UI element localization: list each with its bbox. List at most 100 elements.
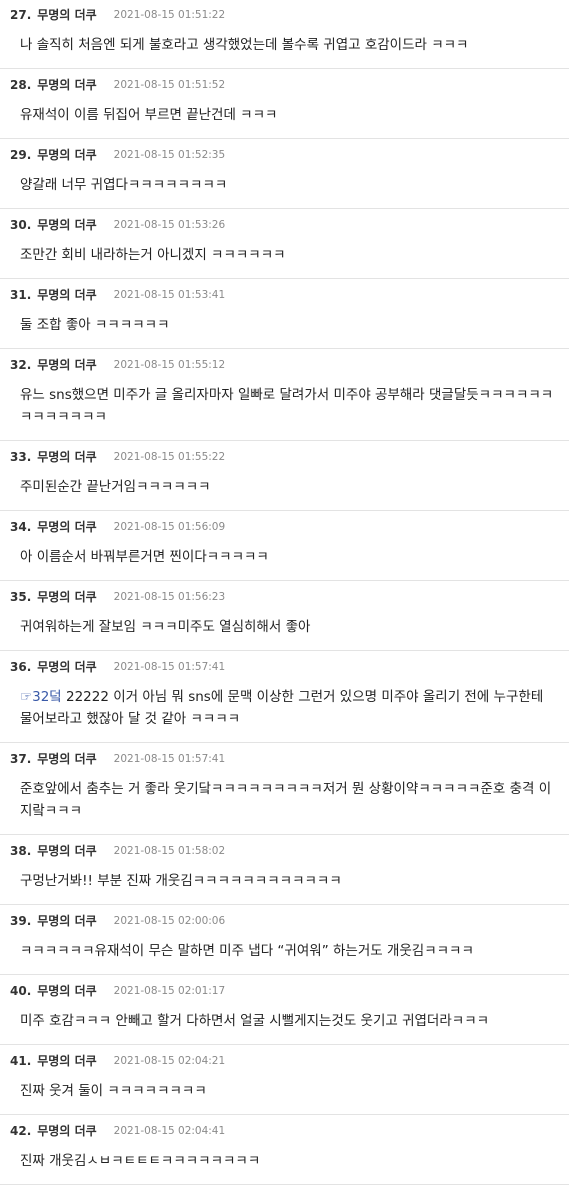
comment-item: 35. 무명의 더쿠 2021-08-15 01:56:23 귀여워하는게 잘보임 ㅋ… [0, 581, 569, 651]
comment-number[interactable]: 35. [10, 589, 31, 605]
comment-body: ㅋㅋㅋㅋㅋㅋ유재석이 무슨 말하면 미주 냅다 “귀여워” 하는거도 개웃김ㅋㅋ… [10, 940, 559, 962]
comment-author[interactable]: 무명의 더쿠 [37, 913, 96, 929]
comment-date: 2021-08-15 01:57:41 [113, 753, 226, 765]
comment-author[interactable]: 무명의 더쿠 [37, 983, 96, 999]
comment-date: 2021-08-15 02:01:17 [113, 985, 226, 997]
comment-author[interactable]: 무명의 더쿠 [37, 659, 96, 675]
comment-body: 둘 조합 좋아 ㅋㅋㅋㅋㅋㅋ [10, 314, 559, 336]
comment-date: 2021-08-15 01:51:52 [113, 79, 226, 91]
comment-text: 양갈래 너무 귀엽다ㅋㅋㅋㅋㅋㅋㅋㅋ [20, 177, 228, 193]
comment-item: 28. 무명의 더쿠 2021-08-15 01:51:52 유재석이 이름 뒤집어 … [0, 69, 569, 139]
comment-item: 34. 무명의 더쿠 2021-08-15 01:56:09 아 이름순서 바꿔부른거… [0, 511, 569, 581]
comment-author[interactable]: 무명의 더쿠 [37, 589, 96, 605]
comment-item: 36. 무명의 더쿠 2021-08-15 01:57:41 ☞32덬 22222 이… [0, 651, 569, 743]
comment-date: 2021-08-15 02:00:06 [113, 915, 226, 927]
comment-date: 2021-08-15 01:52:35 [113, 149, 226, 161]
comment-number[interactable]: 33. [10, 449, 31, 465]
comment-date: 2021-08-15 02:04:21 [113, 1055, 226, 1067]
comment-number[interactable]: 40. [10, 983, 31, 999]
comment-body: 조만간 회비 내라하는거 아니겠지 ㅋㅋㅋㅋㅋㅋ [10, 244, 559, 266]
comment-date: 2021-08-15 01:53:41 [113, 289, 226, 301]
comment-number[interactable]: 39. [10, 913, 31, 929]
comment-body: 준호앞에서 춤추는 거 좋라 웃기닼ㅋㅋㅋㅋㅋㅋㅋㅋㅋ저거 뭔 상황이약ㅋㅋㅋㅋ… [10, 778, 559, 822]
comment-author[interactable]: 무명의 더쿠 [37, 1053, 96, 1069]
comment-date: 2021-08-15 01:56:09 [113, 521, 226, 533]
comment-body: 진짜 웃겨 둘이 ㅋㅋㅋㅋㅋㅋㅋㅋ [10, 1080, 559, 1102]
comment-meta: 40. 무명의 더쿠 2021-08-15 02:01:17 [10, 983, 559, 999]
comment-number[interactable]: 30. [10, 217, 31, 233]
comment-number[interactable]: 34. [10, 519, 31, 535]
comment-body: 구멍난거봐!! 부분 진짜 개웃김ㅋㅋㅋㅋㅋㅋㅋㅋㅋㅋㅋㅋ [10, 870, 559, 892]
comment-date: 2021-08-15 01:57:41 [113, 661, 226, 673]
comment-number[interactable]: 29. [10, 147, 31, 163]
comment-body: 나 솔직히 처음엔 되게 불호라고 생각했었는데 볼수록 귀엽고 호감이드라 ㅋ… [10, 34, 559, 56]
comment-date: 2021-08-15 02:04:41 [113, 1125, 226, 1137]
comment-body: 주미된순간 끝난거임ㅋㅋㅋㅋㅋㅋ [10, 476, 559, 498]
comment-body: 미주 호감ㅋㅋㅋ 안빼고 할거 다하면서 얼굴 시뻘게지는것도 웃기고 귀엽더라… [10, 1010, 559, 1032]
comment-list: 27. 무명의 더쿠 2021-08-15 01:51:22 나 솔직히 처음엔 되게… [0, 0, 569, 1185]
comment-text: 진짜 개웃김ㅅㅂㅋㅌㅌㅌㅋㅋㅋㅋㅋㅋㅋㅋ [20, 1153, 261, 1169]
comment-date: 2021-08-15 01:58:02 [113, 845, 226, 857]
comment-author[interactable]: 무명의 더쿠 [37, 357, 96, 373]
comment-meta: 38. 무명의 더쿠 2021-08-15 01:58:02 [10, 843, 559, 859]
comment-body: ☞32덬 22222 이거 아님 뭐 sns에 문맥 이상한 그런거 있으명 미… [10, 686, 559, 730]
comment-meta: 41. 무명의 더쿠 2021-08-15 02:04:21 [10, 1053, 559, 1069]
comment-item: 38. 무명의 더쿠 2021-08-15 01:58:02 구멍난거봐!! 부분 진… [0, 835, 569, 905]
comment-text: 아 이름순서 바꿔부른거면 찐이다ㅋㅋㅋㅋㅋ [20, 549, 269, 565]
comment-text: 22222 이거 아님 뭐 sns에 문맥 이상한 그런거 있으명 미주야 올리… [20, 689, 544, 727]
comment-text: 준호앞에서 춤추는 거 좋라 웃기닼ㅋㅋㅋㅋㅋㅋㅋㅋㅋ저거 뭔 상황이약ㅋㅋㅋㅋ… [20, 781, 552, 819]
comment-meta: 36. 무명의 더쿠 2021-08-15 01:57:41 [10, 659, 559, 675]
comment-meta: 30. 무명의 더쿠 2021-08-15 01:53:26 [10, 217, 559, 233]
comment-number[interactable]: 36. [10, 659, 31, 675]
comment-author[interactable]: 무명의 더쿠 [37, 147, 96, 163]
comment-author[interactable]: 무명의 더쿠 [37, 519, 96, 535]
comment-meta: 42. 무명의 더쿠 2021-08-15 02:04:41 [10, 1123, 559, 1139]
comment-item: 32. 무명의 더쿠 2021-08-15 01:55:12 유느 sns했으면 미주… [0, 349, 569, 441]
comment-meta: 32. 무명의 더쿠 2021-08-15 01:55:12 [10, 357, 559, 373]
comment-author[interactable]: 무명의 더쿠 [37, 217, 96, 233]
comment-item: 33. 무명의 더쿠 2021-08-15 01:55:22 주미된순간 끝난거임ㅋㅋ… [0, 441, 569, 511]
comment-text: 조만간 회비 내라하는거 아니겠지 ㅋㅋㅋㅋㅋㅋ [20, 247, 286, 263]
comment-meta: 34. 무명의 더쿠 2021-08-15 01:56:09 [10, 519, 559, 535]
comment-date: 2021-08-15 01:51:22 [113, 9, 226, 21]
comment-reply-link[interactable]: ☞32덬 [20, 689, 62, 705]
comment-text: 구멍난거봐!! 부분 진짜 개웃김ㅋㅋㅋㅋㅋㅋㅋㅋㅋㅋㅋㅋ [20, 873, 342, 889]
comment-meta: 27. 무명의 더쿠 2021-08-15 01:51:22 [10, 7, 559, 23]
comment-text: 진짜 웃겨 둘이 ㅋㅋㅋㅋㅋㅋㅋㅋ [20, 1083, 207, 1099]
comment-author[interactable]: 무명의 더쿠 [37, 7, 96, 23]
comment-number[interactable]: 32. [10, 357, 31, 373]
comment-meta: 28. 무명의 더쿠 2021-08-15 01:51:52 [10, 77, 559, 93]
comment-meta: 33. 무명의 더쿠 2021-08-15 01:55:22 [10, 449, 559, 465]
comment-item: 27. 무명의 더쿠 2021-08-15 01:51:22 나 솔직히 처음엔 되게… [0, 0, 569, 69]
comment-date: 2021-08-15 01:53:26 [113, 219, 226, 231]
comment-body: 양갈래 너무 귀엽다ㅋㅋㅋㅋㅋㅋㅋㅋ [10, 174, 559, 196]
comment-text: 유느 sns했으면 미주가 글 올리자마자 일빠로 달려가서 미주야 공부해라 … [20, 387, 554, 425]
comment-number[interactable]: 38. [10, 843, 31, 859]
comment-body: 귀여워하는게 잘보임 ㅋㅋㅋ미주도 열심히해서 좋아 [10, 616, 559, 638]
comment-author[interactable]: 무명의 더쿠 [37, 751, 96, 767]
comment-item: 42. 무명의 더쿠 2021-08-15 02:04:41 진짜 개웃김ㅅㅂㅋㅌㅌㅌ… [0, 1115, 569, 1185]
comment-number[interactable]: 42. [10, 1123, 31, 1139]
comment-number[interactable]: 41. [10, 1053, 31, 1069]
comment-date: 2021-08-15 01:55:12 [113, 359, 226, 371]
comment-meta: 37. 무명의 더쿠 2021-08-15 01:57:41 [10, 751, 559, 767]
comment-author[interactable]: 무명의 더쿠 [37, 77, 96, 93]
comment-body: 진짜 개웃김ㅅㅂㅋㅌㅌㅌㅋㅋㅋㅋㅋㅋㅋㅋ [10, 1150, 559, 1172]
comment-number[interactable]: 31. [10, 287, 31, 303]
comment-item: 39. 무명의 더쿠 2021-08-15 02:00:06 ㅋㅋㅋㅋㅋㅋ유재석이 무… [0, 905, 569, 975]
comment-item: 37. 무명의 더쿠 2021-08-15 01:57:41 준호앞에서 춤추는 거 … [0, 743, 569, 835]
comment-date: 2021-08-15 01:55:22 [113, 451, 226, 463]
comment-author[interactable]: 무명의 더쿠 [37, 449, 96, 465]
comment-number[interactable]: 27. [10, 7, 31, 23]
comment-body: 유재석이 이름 뒤집어 부르면 끝난건데 ㅋㅋㅋ [10, 104, 559, 126]
comment-number[interactable]: 28. [10, 77, 31, 93]
comment-number[interactable]: 37. [10, 751, 31, 767]
comment-meta: 35. 무명의 더쿠 2021-08-15 01:56:23 [10, 589, 559, 605]
comment-text: 유재석이 이름 뒤집어 부르면 끝난건데 ㅋㅋㅋ [20, 107, 278, 123]
comment-author[interactable]: 무명의 더쿠 [37, 287, 96, 303]
comment-item: 31. 무명의 더쿠 2021-08-15 01:53:41 둘 조합 좋아 ㅋㅋㅋㅋ… [0, 279, 569, 349]
comment-author[interactable]: 무명의 더쿠 [37, 843, 96, 859]
comment-item: 40. 무명의 더쿠 2021-08-15 02:01:17 미주 호감ㅋㅋㅋ 안빼고… [0, 975, 569, 1045]
comment-author[interactable]: 무명의 더쿠 [37, 1123, 96, 1139]
comment-meta: 39. 무명의 더쿠 2021-08-15 02:00:06 [10, 913, 559, 929]
